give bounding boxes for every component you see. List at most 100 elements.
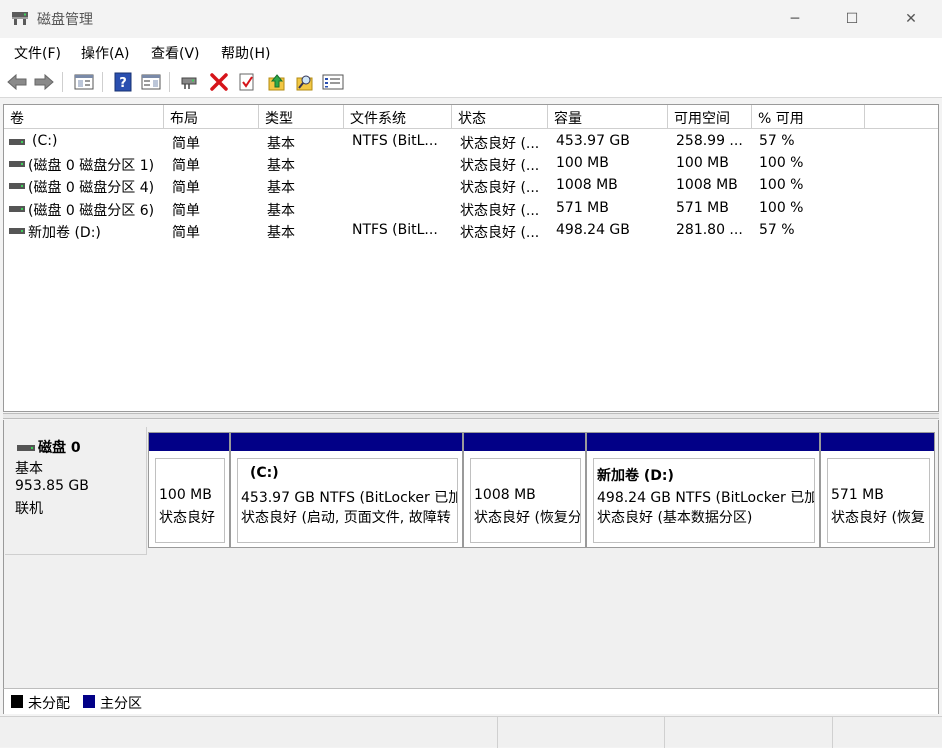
table-row[interactable]: (C:) 简单 基本 NTFS (BitL... 状态良好 (... 453.9…	[4, 131, 938, 153]
cell-capacity: 453.97 GB	[556, 133, 630, 149]
cell-filesystem: NTFS (BitL...	[352, 222, 438, 238]
cell-free-space: 1008 MB	[676, 177, 738, 193]
table-row[interactable]: 新加卷 (D:) 简单 基本 NTFS (BitL... 状态良好 (... 4…	[4, 220, 938, 242]
cell-layout: 简单	[172, 136, 200, 152]
column-header-capacity[interactable]: 容量	[548, 105, 668, 129]
cell-percent-free: 100 %	[759, 200, 804, 216]
cell-type: 基本	[267, 180, 295, 196]
check-icon[interactable]	[236, 71, 258, 93]
cell-type: 基本	[267, 158, 295, 174]
primary-partition-bar	[464, 433, 585, 451]
partition-d[interactable]: 新加卷 (D:) 498.24 GB NTFS (BitLocker 已加 状态…	[586, 432, 820, 548]
volume-icon	[9, 228, 25, 234]
cell-free-space: 258.99 ...	[676, 133, 743, 149]
disk-type: 基本	[15, 461, 43, 477]
cell-status: 状态良好 (...	[460, 158, 540, 174]
menu-help[interactable]: 帮助(H)	[221, 43, 270, 63]
partition-status: 状态良好 (恢复	[831, 510, 925, 526]
toolbar: ?	[0, 66, 942, 98]
cell-layout: 简单	[172, 158, 200, 174]
export-up-icon[interactable]	[266, 71, 288, 93]
cell-status: 状态良好 (...	[460, 225, 540, 241]
cell-free-space: 100 MB	[676, 155, 729, 171]
disk-state: 联机	[15, 501, 43, 517]
show-pane-icon[interactable]	[140, 71, 162, 93]
close-button[interactable]: ✕	[888, 0, 934, 38]
column-header-free-space[interactable]: 可用空间	[668, 105, 752, 129]
partition-size: 100 MB	[159, 487, 212, 503]
cell-percent-free: 57 %	[759, 222, 795, 238]
partition-4[interactable]: 1008 MB 状态良好 (恢复分	[463, 432, 586, 548]
forward-arrow-icon[interactable]	[33, 71, 55, 93]
minimize-button[interactable]: ─	[772, 0, 818, 38]
partition-title: 新加卷 (D:)	[597, 468, 674, 484]
cell-status: 状态良好 (...	[460, 136, 540, 152]
partition-6[interactable]: 571 MB 状态良好 (恢复	[820, 432, 935, 548]
disk-0-label[interactable]: 磁盘 0 基本 953.85 GB 联机	[5, 427, 147, 555]
volume-icon	[9, 139, 25, 145]
cell-layout: 简单	[172, 225, 200, 241]
legend-primary-swatch	[83, 695, 95, 708]
cell-status: 状态良好 (...	[460, 180, 540, 196]
cell-type: 基本	[267, 203, 295, 219]
cell-type: 基本	[267, 225, 295, 241]
pane-splitter[interactable]	[3, 413, 939, 419]
column-header-empty	[865, 105, 938, 129]
cell-volume: (磁盘 0 磁盘分区 1)	[28, 158, 155, 174]
partition-status: 状态良好 (启动, 页面文件, 故障转	[241, 510, 451, 526]
partition-title: (C:)	[250, 465, 279, 481]
cell-filesystem: NTFS (BitL...	[352, 133, 438, 149]
partition-status: 状态良好 (恢复分	[474, 510, 581, 526]
partition-size: 571 MB	[831, 487, 884, 503]
column-header-layout[interactable]: 布局	[164, 105, 259, 129]
status-bar	[0, 716, 942, 748]
menu-view[interactable]: 查看(V)	[151, 43, 200, 63]
back-arrow-icon[interactable]	[6, 71, 28, 93]
cell-volume: (磁盘 0 磁盘分区 6)	[28, 203, 155, 219]
menu-bar: 文件(F) 操作(A) 查看(V) 帮助(H)	[0, 38, 942, 66]
cell-type: 基本	[267, 136, 295, 152]
column-header-status[interactable]: 状态	[452, 105, 548, 129]
cell-layout: 简单	[172, 180, 200, 196]
primary-partition-bar	[821, 433, 934, 451]
primary-partition-bar	[149, 433, 229, 451]
cell-volume: 新加卷 (D:)	[28, 225, 101, 241]
maximize-button[interactable]: ☐	[829, 0, 875, 38]
table-row[interactable]: (磁盘 0 磁盘分区 1) 简单 基本 状态良好 (... 100 MB 100…	[4, 153, 938, 175]
menu-file[interactable]: 文件(F)	[14, 43, 61, 63]
settings-list-icon[interactable]	[322, 71, 344, 93]
properties-pane-icon[interactable]	[73, 71, 95, 93]
legend: 未分配 主分区	[3, 688, 939, 714]
search-icon[interactable]	[294, 71, 316, 93]
table-row[interactable]: (磁盘 0 磁盘分区 4) 简单 基本 状态良好 (... 1008 MB 10…	[4, 175, 938, 197]
disk-name: 磁盘 0	[38, 440, 81, 456]
primary-partition-bar	[587, 433, 819, 451]
volume-icon	[9, 183, 25, 189]
column-header-percent-free[interactable]: % 可用	[752, 105, 865, 129]
partition-status: 状态良好	[159, 510, 215, 526]
column-header-filesystem[interactable]: 文件系统	[344, 105, 452, 129]
help-icon[interactable]: ?	[112, 71, 134, 93]
cell-percent-free: 57 %	[759, 133, 795, 149]
partition-size: 1008 MB	[474, 487, 536, 503]
legend-unallocated-swatch	[11, 695, 23, 708]
column-header-type[interactable]: 类型	[259, 105, 344, 129]
disk-size: 953.85 GB	[15, 478, 89, 494]
cell-free-space: 571 MB	[676, 200, 729, 216]
cell-volume: (C:)	[32, 133, 58, 149]
table-row[interactable]: (磁盘 0 磁盘分区 6) 简单 基本 状态良好 (... 571 MB 571…	[4, 198, 938, 220]
volume-list-pane: 卷 布局 类型 文件系统 状态 容量 可用空间 % 可用 (C:) 简单 基本 …	[3, 104, 939, 412]
disk-graph-pane: 磁盘 0 基本 953.85 GB 联机 100 MB 状态良好 (C:) 45…	[3, 420, 939, 688]
partition-c[interactable]: (C:) 453.97 GB NTFS (BitLocker 已加 状态良好 (…	[230, 432, 463, 548]
column-header-volume[interactable]: 卷	[4, 105, 164, 129]
delete-icon[interactable]	[208, 71, 230, 93]
cell-capacity: 1008 MB	[556, 177, 618, 193]
partition-1[interactable]: 100 MB 状态良好	[148, 432, 230, 548]
volume-icon	[9, 161, 25, 167]
menu-action[interactable]: 操作(A)	[81, 43, 130, 63]
legend-unallocated-label: 未分配	[28, 696, 70, 712]
title-bar: 磁盘管理 ─ ☐ ✕	[0, 0, 942, 38]
cell-capacity: 100 MB	[556, 155, 609, 171]
connect-drive-icon[interactable]	[179, 71, 201, 93]
window-title: 磁盘管理	[37, 12, 93, 28]
